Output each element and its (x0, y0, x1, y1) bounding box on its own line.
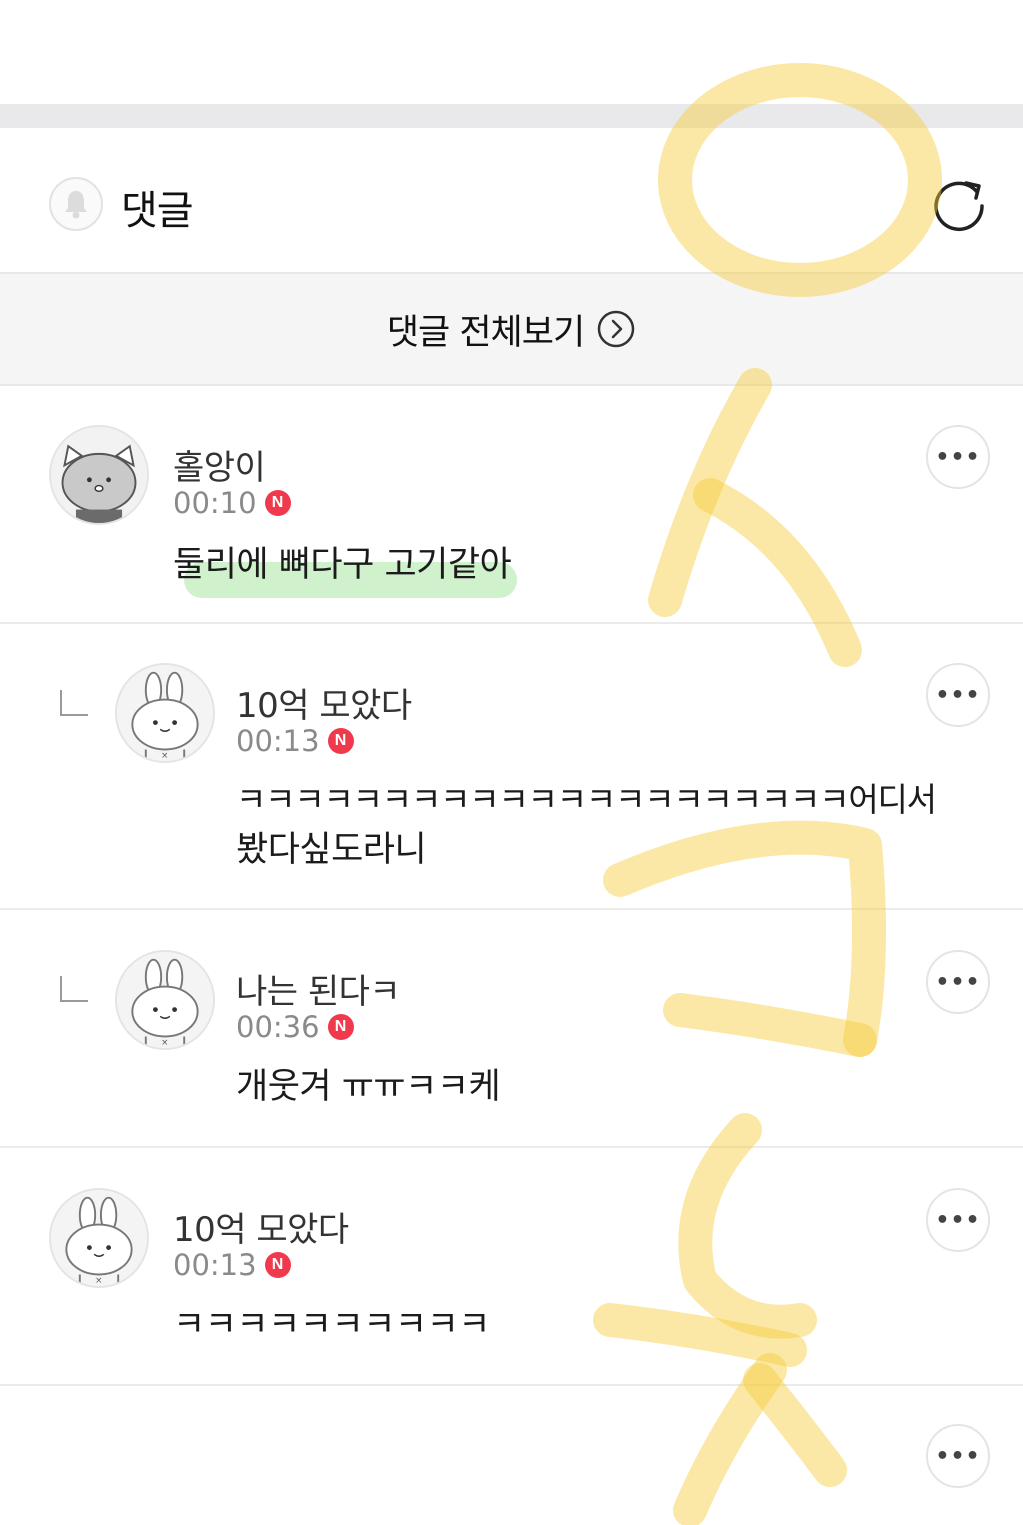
more-icon: ••• (935, 1207, 981, 1233)
more-button[interactable]: ••• (926, 425, 990, 489)
comment-text: 개웃겨 ㅠㅠㅋㅋ케 (236, 1067, 501, 1107)
new-badge: N (264, 490, 291, 516)
svg-text:×: × (161, 1038, 168, 1048)
comment-nickname[interactable]: 10억 모았다 (173, 1202, 349, 1251)
rabbit-avatar-image: × (51, 1190, 147, 1286)
comment-time: 00:13 (173, 1248, 257, 1282)
new-badge: N (327, 728, 354, 754)
new-badge: N (264, 1252, 291, 1278)
more-button[interactable]: ••• (926, 1424, 990, 1488)
rabbit-avatar[interactable]: × (115, 663, 215, 763)
comment-text-line2: 봤다싶도라니 (236, 830, 427, 870)
reply-indicator-icon (60, 690, 88, 716)
refresh-icon (934, 181, 984, 232)
new-badge: N (327, 1014, 354, 1040)
comment-text: 둘리에 뼈다구 고기같아 (173, 545, 512, 585)
more-button[interactable]: ••• (926, 1188, 990, 1252)
comment-time: 00:10 (173, 486, 257, 520)
reply-indicator-icon (60, 976, 88, 1002)
rabbit-avatar-image: × (117, 665, 213, 761)
overlay-stroke-7 (673, 1353, 787, 1525)
more-icon: ••• (935, 682, 981, 708)
more-icon: ••• (935, 444, 981, 470)
view-all-label: 댓글 전체보기 (386, 312, 585, 353)
comment-item (0, 1148, 1023, 1386)
more-icon: ••• (935, 1443, 981, 1469)
comment-meta: 00:13 N (173, 1248, 291, 1282)
cat-avatar-image (51, 427, 147, 523)
svg-text:×: × (95, 1276, 102, 1286)
comment-time: 00:13 (236, 724, 320, 758)
comment-page: 댓글 댓글 전체보기 홀앙이 00:10 N 둘리에 뼈다구 고기같아 ••• … (0, 0, 1023, 1525)
comment-nickname[interactable]: 홀앙이 (173, 440, 266, 489)
chevron-right-circle-icon (597, 310, 635, 348)
bell-button[interactable] (49, 177, 103, 231)
view-all-inner: 댓글 전체보기 (0, 274, 1023, 384)
top-blank-area (0, 0, 1023, 104)
overlay-stroke-8 (743, 1363, 847, 1487)
comment-nickname[interactable]: 나는 된다ㅋ (236, 964, 401, 1013)
rabbit-avatar[interactable]: × (115, 950, 215, 1050)
comment-text-line1: ㅋㅋㅋㅋㅋㅋㅋㅋㅋㅋㅋㅋㅋㅋㅋㅋㅋㅋㅋㅋㅋ어디서 (236, 780, 937, 819)
comment-text: ㅋㅋㅋㅋㅋㅋㅋㅋㅋㅋ (173, 1305, 491, 1345)
more-button[interactable]: ••• (926, 950, 990, 1014)
bell-icon (65, 191, 87, 219)
view-all-comments-button[interactable]: 댓글 전체보기 (0, 272, 1023, 386)
comment-meta: 00:13 N (236, 724, 354, 758)
comment-time: 00:36 (236, 1010, 320, 1044)
refresh-button[interactable] (930, 174, 990, 234)
cat-avatar[interactable] (49, 425, 149, 525)
rabbit-avatar[interactable]: × (49, 1188, 149, 1288)
more-icon: ••• (935, 969, 981, 995)
rabbit-avatar-image: × (117, 952, 213, 1048)
more-button[interactable]: ••• (926, 663, 990, 727)
comment-meta: 00:36 N (236, 1010, 354, 1044)
header-title: 댓글 (121, 188, 194, 234)
comment-nickname[interactable]: 10억 모았다 (236, 678, 412, 727)
section-divider (0, 104, 1023, 128)
comment-meta: 00:10 N (173, 486, 291, 520)
svg-text:×: × (161, 751, 168, 761)
